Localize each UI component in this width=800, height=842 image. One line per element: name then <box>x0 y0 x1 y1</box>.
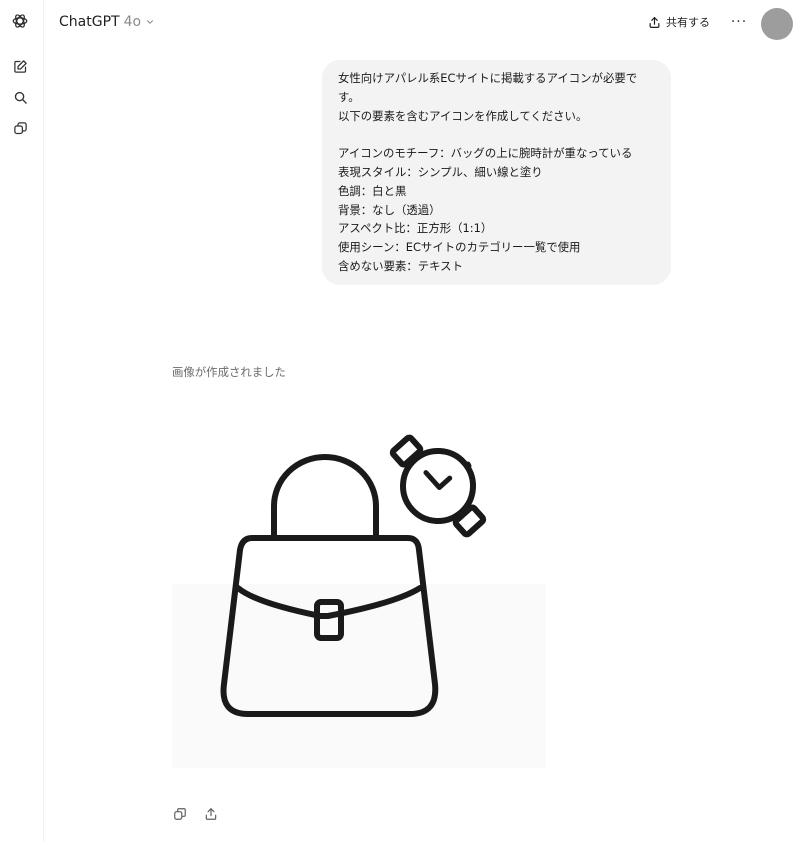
sidebar-rail <box>0 0 44 842</box>
openai-logo-icon[interactable] <box>8 9 32 33</box>
model-selector[interactable]: ChatGPT 4o <box>59 10 155 34</box>
generated-image[interactable] <box>172 398 546 768</box>
copy-icon <box>174 808 186 820</box>
chat-app: ChatGPT 4o 共有する ··· 女性向けアパレル系ECサイトに掲載するア… <box>0 0 800 842</box>
assistant-status: 画像が作成されました <box>172 365 286 379</box>
new-chat-icon[interactable] <box>8 54 32 78</box>
search-icon[interactable] <box>8 85 32 109</box>
model-name: ChatGPT <box>59 14 120 30</box>
model-version: 4o <box>123 14 142 30</box>
more-options-button[interactable]: ··· <box>728 10 750 34</box>
copy-button[interactable] <box>170 804 190 824</box>
share-button[interactable]: 共有する <box>648 10 710 34</box>
share-icon <box>205 808 217 820</box>
wristwatch-icon <box>389 434 487 538</box>
share-image-button[interactable] <box>201 804 221 824</box>
avatar[interactable] <box>761 8 793 40</box>
chevron-down-icon <box>147 20 154 24</box>
user-message: 女性向けアパレル系ECサイトに掲載するアイコンが必要です。 以下の要素を含むアイ… <box>322 60 671 285</box>
share-label: 共有する <box>666 16 710 29</box>
share-icon <box>649 16 660 28</box>
gpts-icon[interactable] <box>8 116 32 140</box>
